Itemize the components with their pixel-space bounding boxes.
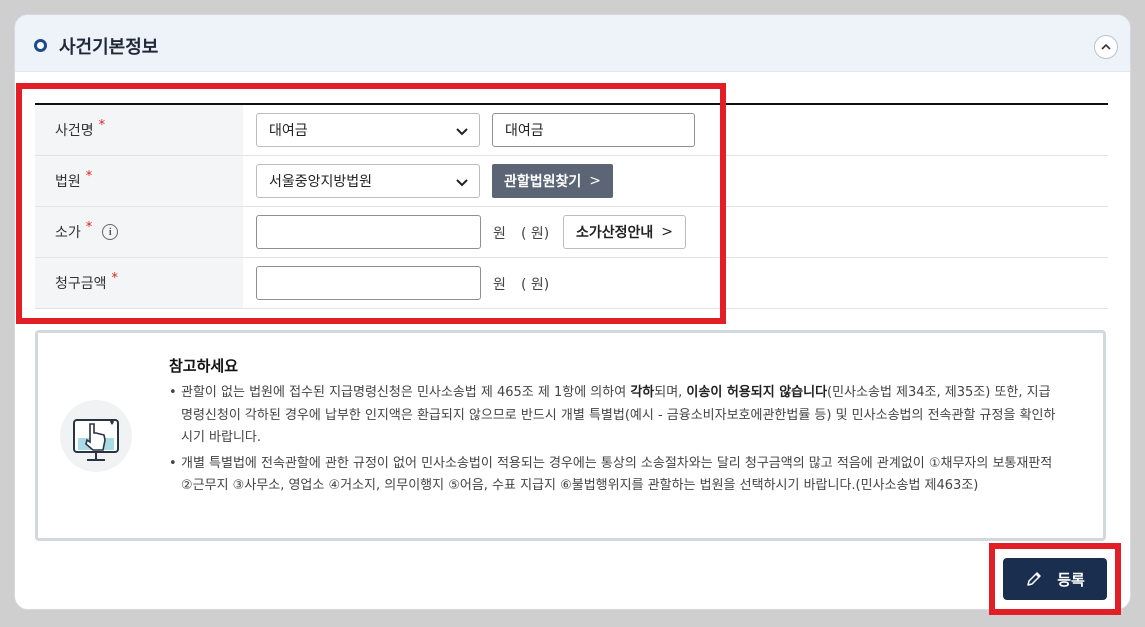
section-title: 사건기본정보 (59, 37, 159, 58)
notice-item-1-text: 관할이 없는 법원에 접수된 지급명령신청은 민사소송법 제 465조 제 1항… (181, 385, 631, 400)
touch-screen-icon (60, 400, 132, 472)
submit-button-label: 등록 (1057, 570, 1085, 589)
collapse-button[interactable] (1094, 35, 1118, 59)
notice-item-1-bold-1: 각하 (630, 385, 655, 400)
pencil-icon (1027, 572, 1041, 586)
section-header: 사건기본정보 (15, 15, 1130, 72)
bullet-circle-icon (34, 39, 47, 52)
notice-title: 참고하세요 (169, 357, 239, 375)
highlight-box-form (16, 83, 726, 324)
chevron-up-icon (1101, 43, 1111, 50)
notice-item-1-text-2: 되며, (654, 385, 687, 400)
submit-button[interactable]: 등록 (1003, 558, 1107, 600)
notice-list: 관할이 없는 법원에 접수된 지급명령신청은 민사소송법 제 465조 제 1항… (169, 382, 1059, 501)
notice-item-1: 관할이 없는 법원에 접수된 지급명령신청은 민사소송법 제 465조 제 1항… (169, 382, 1059, 450)
notice-box: 참고하세요 관할이 없는 법원에 접수된 지급명령신청은 민사소송법 제 465… (35, 330, 1106, 541)
notice-item-2: 개별 특별법에 전속관할에 관한 규정이 없어 민사소송법이 적용되는 경우에는… (169, 453, 1059, 498)
notice-item-1-bold-2: 이송이 허용되지 않습니다 (686, 385, 828, 400)
